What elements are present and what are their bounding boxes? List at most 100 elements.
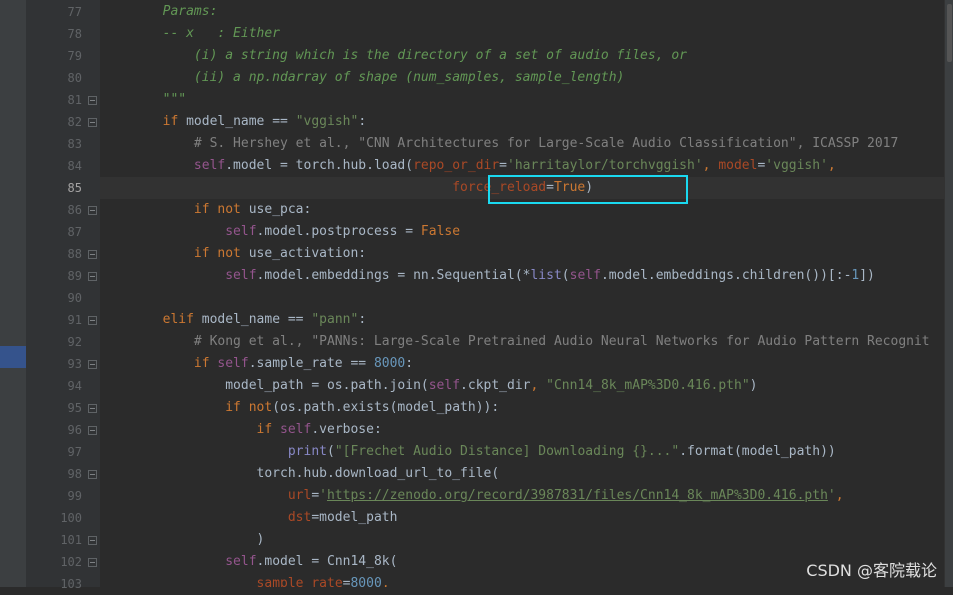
fold-marker-icon[interactable]: [88, 470, 97, 479]
code-token: ]): [859, 268, 875, 283]
code-token: "vggish": [295, 114, 359, 129]
code-line[interactable]: if self.sample_rate == 8000:: [100, 353, 413, 375]
code-token: 'harritaylor/torchvggish': [507, 158, 703, 173]
code-line[interactable]: self.model = Cnn14_8k(: [100, 551, 397, 573]
code-token: .format(model_path)): [679, 444, 836, 459]
line-number: 84: [67, 159, 82, 173]
selected-tool-indicator[interactable]: [0, 346, 26, 368]
code-line[interactable]: ): [100, 529, 265, 551]
line-number: 94: [67, 379, 82, 393]
code-token: list: [530, 268, 562, 283]
code-token: -- x : Either: [100, 26, 281, 41]
code-line[interactable]: # Kong et al., "PANNs: Large-Scale Pretr…: [100, 331, 930, 353]
code-token: ): [749, 378, 758, 393]
fold-marker-icon[interactable]: [88, 96, 97, 105]
code-token: if: [256, 422, 281, 437]
code-token: self: [428, 378, 461, 393]
line-number: 82: [67, 115, 82, 129]
fold-marker-icon[interactable]: [88, 360, 97, 369]
code-token: False: [420, 224, 461, 239]
code-token: :: [358, 114, 367, 129]
code-token: self: [193, 158, 226, 173]
right-tool-strip: [944, 0, 953, 587]
code-line[interactable]: model_path = os.path.join(self.ckpt_dir,…: [100, 375, 757, 397]
code-line[interactable]: if not(os.path.exists(model_path)):: [100, 397, 499, 419]
code-line[interactable]: sample_rate=8000,: [100, 573, 390, 587]
line-number: 95: [67, 401, 82, 415]
line-number: 102: [60, 555, 82, 569]
code-line[interactable]: if self.verbose:: [100, 419, 382, 441]
code-token: =: [499, 158, 507, 173]
code-line[interactable]: self.model.embeddings = nn.Sequential(*l…: [100, 265, 875, 287]
line-number: 86: [67, 203, 82, 217]
code-line[interactable]: Params:: [100, 1, 218, 23]
code-line[interactable]: self.model = torch.hub.load(repo_or_dir=…: [100, 155, 836, 177]
code-token: 8000: [373, 356, 406, 371]
code-line[interactable]: dst=model_path: [100, 507, 398, 529]
fold-marker-icon[interactable]: [88, 206, 97, 215]
fold-marker-icon[interactable]: [88, 426, 97, 435]
code-token: "pann": [311, 312, 359, 327]
fold-marker-icon[interactable]: [88, 404, 97, 413]
code-token: model_name ==: [201, 312, 312, 327]
code-token: self: [217, 356, 249, 371]
code-token: dst: [287, 510, 312, 525]
code-line[interactable]: # S. Hershey et al., "CNN Architectures …: [100, 133, 898, 155]
code-token: # S. Hershey et al., "CNN Architectures …: [100, 136, 899, 151]
code-token: (os.path.exists(model_path)):: [272, 400, 500, 415]
code-token: torch.hub.download_url_to_file(: [100, 466, 500, 481]
code-token: """: [100, 92, 187, 107]
code-line[interactable]: url= 'https://zenodo.org/record/3987831/f…: [100, 485, 844, 507]
code-editor[interactable]: Params: -- x : Either (i) a string which…: [100, 0, 944, 587]
code-token: =: [311, 488, 320, 503]
fold-marker-icon[interactable]: [88, 272, 97, 281]
code-token: ): [100, 532, 265, 547]
code-token: "[Frechet Audio Distance] Downloading {}…: [334, 444, 680, 459]
code-line[interactable]: (i) a string which is the directory of a…: [100, 45, 687, 67]
line-number: 85: [67, 181, 82, 195]
annotation-highlight-box: [488, 175, 688, 204]
fold-marker-icon[interactable]: [88, 536, 97, 545]
code-line[interactable]: -- x : Either: [100, 23, 280, 45]
scroll-marker[interactable]: [947, 4, 952, 62]
line-number: 80: [67, 71, 82, 85]
code-token: use_pca:: [248, 202, 312, 217]
code-token: url: [287, 488, 312, 503]
line-number: 87: [67, 225, 82, 239]
code-line[interactable]: if not use_pca:: [100, 199, 311, 221]
code-token: self: [280, 422, 312, 437]
code-line[interactable]: if not use_activation:: [100, 243, 366, 265]
code-token: if: [193, 356, 218, 371]
code-line[interactable]: (ii) a np.ndarray of shape (num_samples,…: [100, 67, 624, 89]
code-token: ': [827, 488, 836, 503]
code-line[interactable]: self.model.postprocess = False: [100, 221, 460, 243]
code-token: model_path = os.path.join(: [100, 378, 429, 393]
code-line[interactable]: if model_name == "vggish":: [100, 111, 367, 133]
line-number: 98: [67, 467, 82, 481]
code-line[interactable]: print("[Frechet Audio Distance] Download…: [100, 441, 836, 463]
fold-marker-icon[interactable]: [88, 558, 97, 567]
line-number: 101: [60, 533, 82, 547]
fold-marker-icon[interactable]: [88, 316, 97, 325]
line-number: 77: [67, 5, 82, 19]
line-number: 100: [60, 511, 82, 525]
fold-marker-icon[interactable]: [88, 250, 97, 259]
code-line[interactable]: torch.hub.download_url_to_file(: [100, 463, 500, 485]
line-number: 91: [67, 313, 82, 327]
code-token: https://zenodo.org/record/3987831/files/…: [326, 488, 828, 503]
code-token: print: [287, 444, 327, 459]
code-token: =model_path: [311, 510, 398, 525]
code-line[interactable]: elif model_name == "pann":: [100, 309, 367, 331]
code-token: if: [162, 114, 187, 129]
fold-marker-icon[interactable]: [88, 118, 97, 127]
code-token: self: [225, 268, 257, 283]
code-token: (: [561, 268, 570, 283]
code-line[interactable]: """: [100, 89, 186, 111]
